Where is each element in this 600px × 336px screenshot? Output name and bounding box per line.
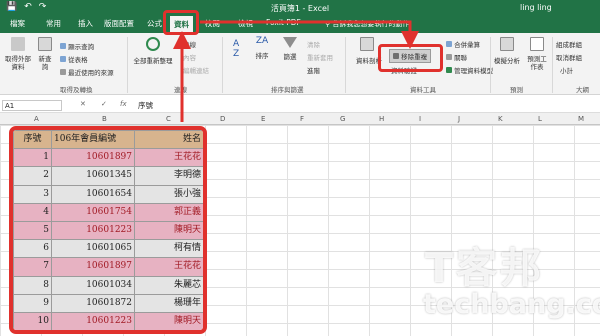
arrow-to-remove-duplicates — [200, 20, 419, 49]
watermark-logo: T客邦 — [425, 244, 544, 292]
excel-window: 💾 ↶ ↷ 活頁簿1 - Excel ling ling 檔案 常用 插入 版面… — [0, 0, 600, 336]
watermark-url: techbang.com — [423, 289, 600, 320]
